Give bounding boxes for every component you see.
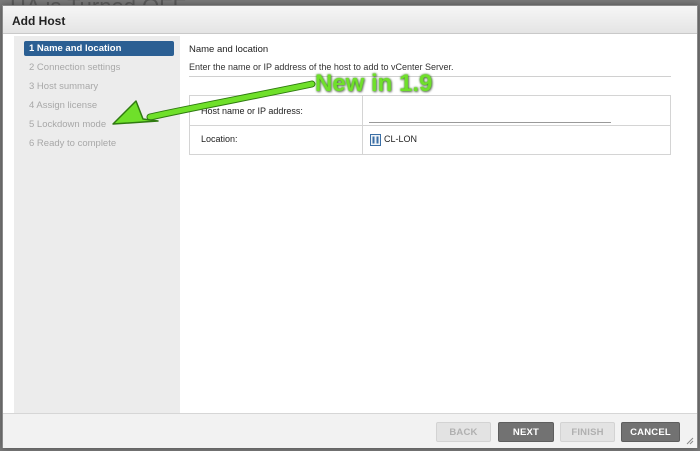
annotation-label: New in 1.9 (315, 70, 433, 97)
annotation-arrow-icon (112, 80, 316, 125)
